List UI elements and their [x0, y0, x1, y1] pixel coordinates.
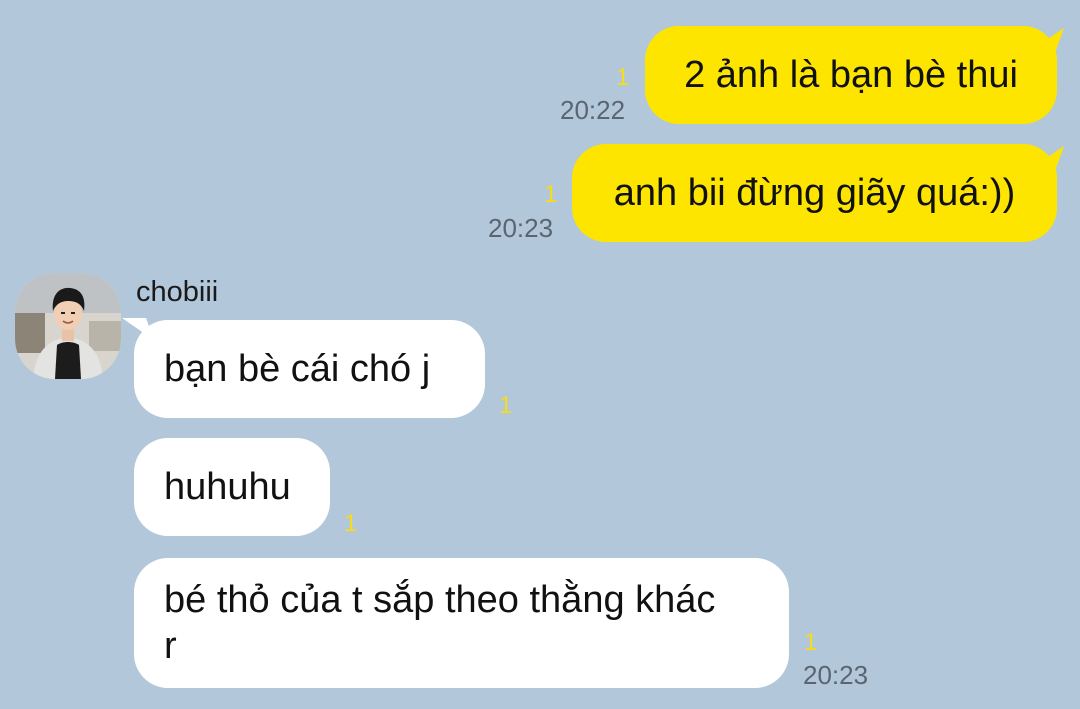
- unread-count: 1: [616, 64, 630, 91]
- message-time: 20:22: [560, 95, 626, 125]
- message-time: 20:23: [803, 660, 869, 690]
- message-text: 2 ảnh là bạn bè thui: [684, 54, 1018, 96]
- outgoing-message-bubble[interactable]: 2 ảnh là bạn bè thui: [645, 26, 1057, 124]
- unread-count: 1: [344, 510, 358, 537]
- unread-count: 1: [544, 181, 558, 208]
- incoming-message-bubble[interactable]: bé thỏ của t sắp theo thằng khác r: [134, 558, 789, 688]
- message-time: 20:23: [488, 213, 554, 243]
- message-text: huhuhu: [164, 466, 291, 508]
- chat-area[interactable]: 2 ảnh là bạn bè thui 1 20:22 anh bii đừn…: [0, 0, 1080, 709]
- unread-count: 1: [499, 392, 513, 419]
- message-text: bạn bè cái chó j: [164, 348, 431, 390]
- profile-photo-icon: [15, 273, 121, 379]
- message-text: anh bii đừng giãy quá:)): [613, 172, 1016, 214]
- message-text-line: bé thỏ của t sắp theo thằng khác: [164, 579, 716, 621]
- sender-name: chobiii: [136, 276, 219, 308]
- incoming-message-bubble[interactable]: bạn bè cái chó j: [134, 320, 485, 418]
- unread-count: 1: [804, 629, 818, 656]
- outgoing-message-bubble[interactable]: anh bii đừng giãy quá:)): [572, 144, 1057, 242]
- incoming-message-bubble[interactable]: huhuhu: [134, 438, 330, 536]
- sender-avatar[interactable]: [15, 273, 121, 379]
- message-text-line: r: [164, 625, 177, 667]
